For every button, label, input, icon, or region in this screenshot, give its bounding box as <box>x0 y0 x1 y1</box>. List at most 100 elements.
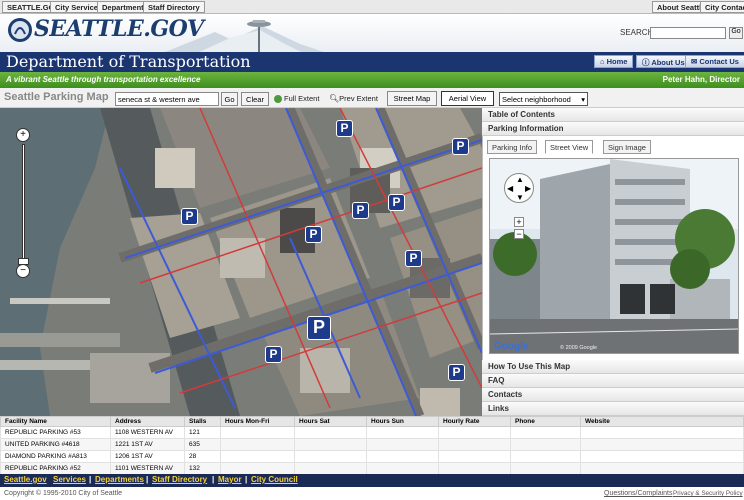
col-hours-sat[interactable]: Hours Sat <box>294 416 367 427</box>
footer-separator: | <box>245 475 248 484</box>
street-view-zoom-in[interactable]: + <box>514 217 524 227</box>
footer-link-seattle-gov[interactable]: Seattle.gov <box>4 475 47 484</box>
parking-results-table: Facility Name Address Stalls Hours Mon-F… <box>0 416 744 475</box>
clear-button[interactable]: Clear <box>241 92 269 106</box>
street-view-image[interactable]: ▲ ▼ ◀ ▶ + − Google © 2009 Google <box>489 158 739 354</box>
parking-marker-label: P <box>312 317 325 337</box>
col-hours-mon-fri[interactable]: Hours Mon-Fri <box>220 416 295 427</box>
col-address[interactable]: Address <box>110 416 185 427</box>
faq-link[interactable]: FAQ <box>482 374 744 388</box>
parking-marker-label: P <box>309 227 318 241</box>
department-title[interactable]: Department of Transportation <box>6 52 251 71</box>
parking-information-header[interactable]: Parking Information <box>482 122 744 136</box>
cell-facility: REPUBLIC PARKING #53 <box>0 426 111 439</box>
parking-marker-label: P <box>340 121 349 135</box>
parking-marker[interactable]: P <box>265 346 282 363</box>
tab-sign-image[interactable]: Sign Image <box>603 140 651 154</box>
tab-staff-directory[interactable]: Staff Directory <box>143 1 205 13</box>
cell-hourly-rate <box>438 426 511 439</box>
neighborhood-select[interactable]: Select neighborhood ▾ <box>499 92 588 106</box>
tab-parking-info[interactable]: Parking Info <box>487 140 538 154</box>
search-go-button[interactable]: Go <box>729 27 743 39</box>
table-row[interactable]: REPUBLIC PARKING #52 1101 WESTERN AV 132 <box>0 462 744 475</box>
search-input[interactable] <box>650 27 726 39</box>
parking-marker[interactable]: P <box>405 250 422 267</box>
footer-link-staff-directory[interactable]: Staff Directory <box>152 475 207 484</box>
parking-marker[interactable]: P <box>352 202 369 219</box>
parking-marker-label: P <box>269 347 278 361</box>
how-to-use-link[interactable]: How To Use This Map <box>482 360 744 374</box>
col-website[interactable]: Website <box>580 416 744 427</box>
privacy-security-link[interactable]: Privacy & Security Policy <box>673 490 743 497</box>
zoom-in-button[interactable]: + <box>16 128 30 142</box>
full-extent-button[interactable]: Full Extent <box>274 94 319 104</box>
contact-us-link[interactable]: ✉ Contact Us <box>685 55 744 68</box>
parking-marker[interactable]: P <box>336 120 353 137</box>
cell-facility: DIAMOND PARKING #A813 <box>0 450 111 463</box>
parking-marker[interactable]: P <box>388 194 405 211</box>
footer-separator: | <box>89 475 92 484</box>
chevron-down-icon: ▾ <box>581 95 585 104</box>
globe-icon <box>274 95 282 104</box>
street-map-button[interactable]: Street Map <box>387 91 437 106</box>
footer-separator: | <box>146 475 149 484</box>
col-phone[interactable]: Phone <box>510 416 581 427</box>
street-view-copyright: © 2009 Google <box>560 345 598 351</box>
parking-marker[interactable]: P <box>452 138 469 155</box>
questions-complaints-link[interactable]: Questions/Complaints <box>604 490 672 497</box>
cell-hours-sat <box>294 426 367 439</box>
col-hourly-rate[interactable]: Hourly Rate <box>438 416 511 427</box>
cell-hours-sun <box>366 438 439 451</box>
street-view-zoom-out[interactable]: − <box>514 229 524 239</box>
contacts-link[interactable]: Contacts <box>482 388 744 402</box>
home-link[interactable]: ⌂ Home <box>594 55 634 68</box>
seattle-logo-icon <box>8 18 32 42</box>
cell-website <box>580 462 744 475</box>
table-row[interactable]: REPUBLIC PARKING #53 1108 WESTERN AV 121 <box>0 426 744 439</box>
footer-link-mayor[interactable]: Mayor <box>218 475 242 484</box>
magnifier-icon: 🔍︎ <box>329 94 340 103</box>
about-us-link[interactable]: ⓘ About Us <box>636 55 691 68</box>
cell-hours-mon-fri <box>220 462 295 475</box>
parking-marker-large[interactable]: P <box>307 316 331 340</box>
prev-extent-button[interactable]: 🔍︎Prev Extent <box>329 94 378 103</box>
parking-marker-label: P <box>356 203 365 217</box>
cell-hourly-rate <box>438 462 511 475</box>
cell-hours-mon-fri <box>220 426 295 439</box>
address-go-button[interactable]: Go <box>221 92 238 106</box>
zoom-slider-track[interactable] <box>22 144 25 262</box>
tab-street-view[interactable]: Street View <box>545 140 594 154</box>
address-search-input[interactable] <box>115 92 219 106</box>
cell-phone <box>510 462 581 475</box>
col-facility-name[interactable]: Facility Name <box>0 416 111 427</box>
links-link[interactable]: Links <box>482 402 744 416</box>
parking-marker[interactable]: P <box>448 364 465 381</box>
parking-marker[interactable]: P <box>181 208 198 225</box>
col-stalls[interactable]: Stalls <box>184 416 221 427</box>
tab-city-contacts[interactable]: City Contacts <box>700 1 744 13</box>
table-of-contents-header[interactable]: Table of Contents <box>482 108 744 122</box>
parking-marker[interactable]: P <box>305 226 322 243</box>
aerial-view-button[interactable]: Aerial View <box>441 91 494 106</box>
cell-phone <box>510 438 581 451</box>
arrow-right-icon: ▶ <box>525 184 532 193</box>
cell-address: 1101 WESTERN AV <box>110 462 185 475</box>
cell-hourly-rate <box>438 438 511 451</box>
footer-link-city-council[interactable]: City Council <box>251 475 298 484</box>
table-row[interactable]: DIAMOND PARKING #A813 1206 1ST AV 28 <box>0 450 744 463</box>
cell-address: 1108 WESTERN AV <box>110 426 185 439</box>
aerial-map[interactable]: + − P P P P P P P P P P <box>0 108 482 416</box>
cell-address: 1221 1ST AV <box>110 438 185 451</box>
about-us-label: About Us <box>651 58 685 67</box>
site-logo[interactable]: SEATTLE.GOV <box>34 16 204 42</box>
col-hours-sun[interactable]: Hours Sun <box>366 416 439 427</box>
table-row[interactable]: UNITED PARKING #4618 1221 1ST AV 635 <box>0 438 744 451</box>
street-view-pan-control[interactable]: ▲ ▼ ◀ ▶ <box>504 173 534 203</box>
cell-stalls: 28 <box>184 450 221 463</box>
footer-link-departments[interactable]: Departments <box>95 475 144 484</box>
cell-facility: REPUBLIC PARKING #52 <box>0 462 111 475</box>
zoom-out-button[interactable]: − <box>16 264 30 278</box>
cell-facility: UNITED PARKING #4618 <box>0 438 111 451</box>
cell-address: 1206 1ST AV <box>110 450 185 463</box>
footer-link-services[interactable]: Services <box>53 475 86 484</box>
